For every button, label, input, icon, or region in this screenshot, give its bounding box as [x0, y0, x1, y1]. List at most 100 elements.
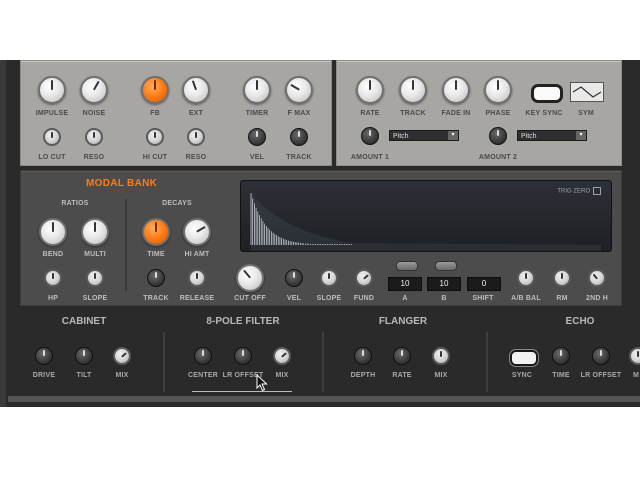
2nd-h-knob[interactable]	[588, 269, 606, 287]
echo-lr-offset-knob[interactable]	[592, 347, 610, 365]
amount1-label: AMOUNT 1	[350, 154, 390, 161]
trig-zero-toggle[interactable]: TRIG ZERO	[557, 187, 601, 195]
rate-knob[interactable]	[356, 76, 384, 104]
modal-spectrum-display[interactable]: TRIG ZERO	[240, 180, 612, 252]
synth-plugin-window: IMPULSE NOISE FB EXT TIMER F MAX LO CUT …	[0, 60, 640, 407]
slope-label-1: SLOPE	[82, 295, 108, 302]
echo-mix-knob[interactable]	[629, 347, 640, 365]
chevron-down-icon: ▾	[448, 131, 458, 140]
flanger-rate-knob[interactable]	[393, 347, 411, 365]
fb-knob[interactable]	[141, 76, 169, 104]
release-label: RELEASE	[179, 295, 215, 302]
2nd-h-label: 2ND H	[585, 295, 608, 302]
track-knob-top[interactable]	[290, 128, 308, 146]
drive-knob[interactable]	[35, 347, 53, 365]
filter-title: 8-POLE FILTER	[206, 316, 280, 327]
filter-title-underline	[192, 391, 292, 392]
decays-label: DECAYS	[162, 200, 192, 207]
multi-knob[interactable]	[81, 218, 109, 246]
tilt-knob[interactable]	[75, 347, 93, 365]
cabinet-title: CABINET	[61, 316, 107, 327]
phase-knob[interactable]	[484, 76, 512, 104]
sym-waveform-icon[interactable]	[570, 82, 604, 102]
flanger-mix-label: MIX	[434, 372, 448, 379]
hp-knob[interactable]	[44, 269, 62, 287]
rm-knob[interactable]	[553, 269, 571, 287]
vel-knob-top[interactable]	[248, 128, 266, 146]
impulse-knob[interactable]	[38, 76, 66, 104]
noise-label: NOISE	[82, 110, 106, 117]
ext-knob[interactable]	[182, 76, 210, 104]
reso-knob-2[interactable]	[187, 128, 205, 146]
key-sync-toggle[interactable]	[531, 84, 563, 103]
horizontal-scrollbar[interactable]	[8, 396, 640, 402]
hi-amt-knob[interactable]	[183, 218, 211, 246]
fund-knob[interactable]	[355, 269, 373, 287]
value-b-field[interactable]: 10	[427, 277, 461, 291]
amount2-knob[interactable]	[489, 127, 507, 145]
fmax-label: F MAX	[287, 110, 311, 117]
mouse-cursor-icon	[256, 374, 268, 392]
spectrum-bars	[250, 193, 601, 251]
echo-sync-toggle[interactable]	[510, 350, 538, 366]
time-knob[interactable]	[142, 218, 170, 246]
mod-target-dropdown-1[interactable]: Pitch ▾	[389, 130, 459, 141]
release-knob[interactable]	[188, 269, 206, 287]
sym-label: SYM	[578, 110, 594, 117]
lfo-track-knob[interactable]	[399, 76, 427, 104]
filter-mix-knob[interactable]	[273, 347, 291, 365]
fx-divider-1	[163, 332, 165, 392]
echo-title: ECHO	[565, 316, 595, 327]
track-knob-modal[interactable]	[147, 269, 165, 287]
fx-row: CABINET 8-POLE FILTER FLANGER ECHO DRIVE…	[0, 310, 640, 396]
ext-label: EXT	[188, 110, 204, 117]
reso-label-1: RESO	[83, 154, 105, 161]
fade-in-knob[interactable]	[442, 76, 470, 104]
vel-knob-modal[interactable]	[285, 269, 303, 287]
a-toggle-button[interactable]	[396, 261, 418, 271]
amount1-knob[interactable]	[361, 127, 379, 145]
cutoff-knob[interactable]	[236, 264, 264, 292]
reso-label-2: RESO	[185, 154, 207, 161]
value-a-field[interactable]: 10	[388, 277, 422, 291]
spectrum-envelope	[251, 193, 601, 251]
fmax-knob[interactable]	[285, 76, 313, 104]
slope-knob-2[interactable]	[320, 269, 338, 287]
flanger-mix-knob[interactable]	[432, 347, 450, 365]
ratios-label: RATIOS	[61, 200, 89, 207]
fx-divider-3	[486, 332, 488, 392]
lo-cut-knob[interactable]	[43, 128, 61, 146]
checkbox-icon	[593, 187, 601, 195]
cabinet-mix-knob[interactable]	[113, 347, 131, 365]
track-label-top: TRACK	[286, 154, 312, 161]
modal-bank-title: MODAL BANK	[86, 178, 158, 189]
center-knob[interactable]	[194, 347, 212, 365]
reso-knob-1[interactable]	[85, 128, 103, 146]
lfo-panel: RATE TRACK FADE IN PHASE KEY SYNC SYM Pi…	[336, 60, 622, 166]
echo-mix-label: M	[632, 372, 640, 379]
noise-knob[interactable]	[80, 76, 108, 104]
amount2-label: AMOUNT 2	[478, 154, 518, 161]
exciter-panel: IMPULSE NOISE FB EXT TIMER F MAX LO CUT …	[20, 60, 332, 166]
flanger-title: FLANGER	[378, 316, 428, 327]
cabinet-mix-label: MIX	[115, 372, 129, 379]
fx-divider-2	[322, 332, 324, 392]
depth-knob[interactable]	[354, 347, 372, 365]
slope-knob-1[interactable]	[86, 269, 104, 287]
mod-target-2-value: Pitch	[521, 133, 537, 140]
ab-bal-knob[interactable]	[517, 269, 535, 287]
bend-knob[interactable]	[39, 218, 67, 246]
hi-amt-label: HI AMT	[184, 251, 210, 258]
shift-field[interactable]: 0	[467, 277, 501, 291]
echo-time-knob[interactable]	[552, 347, 570, 365]
trig-zero-label: TRIG ZERO	[557, 188, 590, 195]
b-toggle-button[interactable]	[435, 261, 457, 271]
mod-target-1-value: Pitch	[393, 133, 409, 140]
chevron-down-icon: ▾	[576, 131, 586, 140]
timer-knob[interactable]	[243, 76, 271, 104]
section-divider	[125, 199, 127, 291]
mod-target-dropdown-2[interactable]: Pitch ▾	[517, 130, 587, 141]
lr-offset-knob[interactable]	[234, 347, 252, 365]
multi-label: MULTI	[84, 251, 106, 258]
hi-cut-knob[interactable]	[146, 128, 164, 146]
